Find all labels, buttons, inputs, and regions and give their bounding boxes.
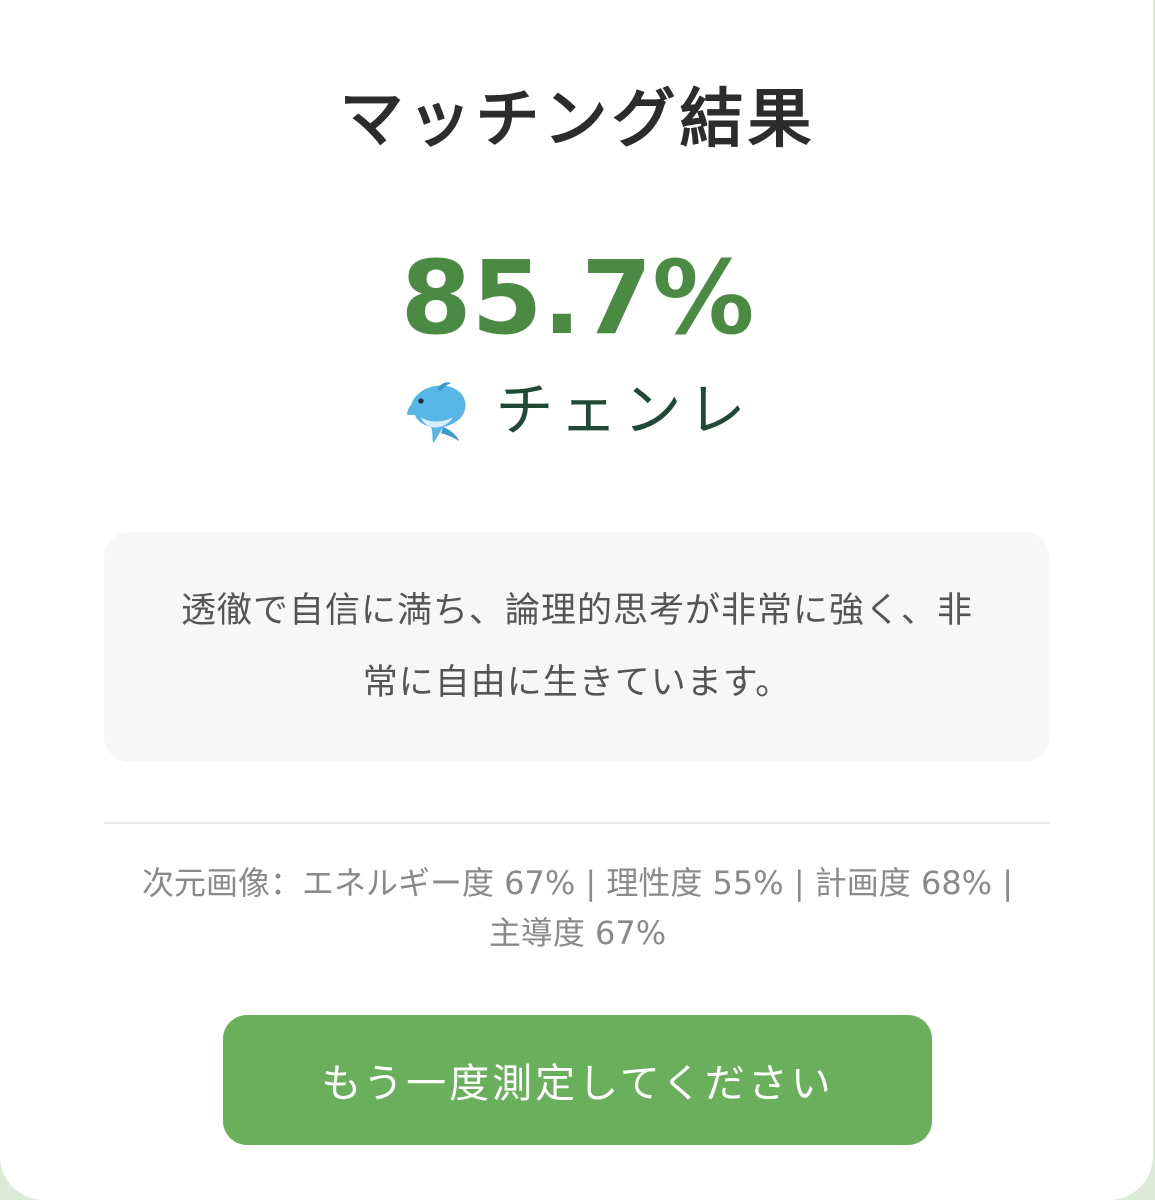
divider — [104, 822, 1050, 824]
type-name: チェンレ — [495, 376, 752, 444]
dimension-scores: 次元画像：エネルギー度 67% | 理性度 55% | 計画度 68% | 主導… — [141, 864, 1014, 952]
dolphin-icon — [407, 382, 466, 443]
page-title: マッチング結果 — [339, 83, 816, 157]
retry-button[interactable]: もう一度測定してください — [223, 1015, 932, 1145]
match-score: 85.7% — [400, 239, 755, 358]
description-text: 透徹で自信に満ち、論理的思考が非常に強く、非常に自由に生きています。 — [180, 591, 973, 703]
result-type: チェンレ — [0, 370, 1155, 450]
description-box: 透徹で自信に満ち、論理的思考が非常に強く、非常に自由に生きています。 — [104, 532, 1050, 762]
